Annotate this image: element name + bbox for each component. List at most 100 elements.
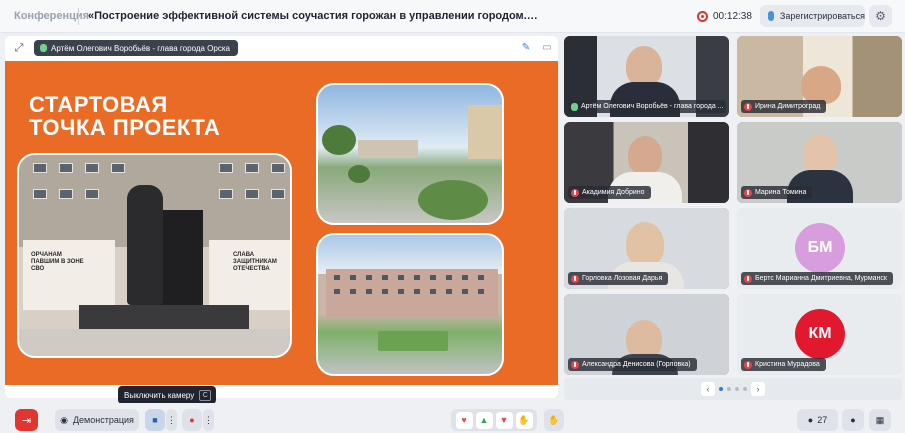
slide-title: СТАРТОВАЯ ТОЧКА ПРОЕКТА — [29, 93, 289, 139]
participant-name: Бертс Марианна Дмитриевна, Мурманск — [755, 275, 887, 282]
participant-avatar: КМ — [795, 309, 845, 359]
speaker-name: Артём Олегович Воробьёв - глава города О… — [51, 43, 230, 53]
participant-tile[interactable]: Артём Олегович Воробьёв - глава города .… — [564, 36, 729, 117]
conference-title: «Построение эффективной системы соучасти… — [88, 10, 538, 22]
stage-footer — [5, 385, 558, 398]
leave-button[interactable]: ⇥ — [15, 409, 38, 431]
participant-name-tag: Александра Денисова (Горловка) — [568, 358, 697, 371]
chat-button[interactable]: ● — [842, 409, 864, 431]
participant-avatar: БМ — [795, 223, 845, 273]
participants-button[interactable]: ● 27 — [797, 409, 838, 431]
participant-name: Ирина Димитроград — [755, 103, 821, 110]
presentation-slide: СТАРТОВАЯ ТОЧКА ПРОЕКТА ОРЧАНАМ ПАВШИМ В… — [5, 61, 558, 385]
annotate-pen-icon[interactable]: ✎ — [519, 41, 533, 55]
monument-inscription-right: СЛАВА ЗАЩИТНИКАМ ОТЕЧЕСТВА — [233, 252, 277, 272]
register-label: Зарегистрироваться — [779, 11, 865, 21]
settings-button[interactable]: ⚙ — [869, 5, 892, 27]
microphone-options-button[interactable]: ⋮ — [203, 409, 214, 431]
mic-off-icon — [571, 360, 579, 369]
thumbs-up-reaction-icon[interactable]: ▲ — [475, 411, 493, 429]
speaker-tag: Артём Олегович Воробьёв - глава города О… — [34, 40, 238, 56]
participant-tile[interactable]: Акадимия Добрино — [564, 122, 729, 203]
mic-muted-icon: ● — [189, 415, 195, 425]
participants-count: 27 — [817, 415, 828, 425]
hand-icon: ✋ — [548, 414, 560, 425]
page-dot[interactable] — [727, 387, 731, 391]
heart-reaction-icon[interactable]: ♥ — [455, 411, 473, 429]
monument-base — [79, 305, 249, 329]
monument-inscription-left: ОРЧАНАМ ПАВШИМ В ЗОНЕ СВО — [31, 252, 84, 272]
next-page-button[interactable]: › — [751, 382, 765, 396]
mic-off-icon — [744, 102, 752, 111]
tooltip-text: Выключить камеру — [124, 390, 195, 400]
slide-title-line2: ТОЧКА ПРОЕКТА — [29, 115, 221, 140]
participant-name: Артём Олегович Воробьёв - глава города .… — [581, 103, 724, 110]
tiles-pager: ‹ › — [564, 378, 902, 400]
participant-name-tag: Кристина Мурадова — [741, 358, 826, 371]
participant-tile[interactable]: КМ Кристина Мурадова — [737, 294, 902, 375]
screen-share-label: Демонстрация — [72, 415, 134, 425]
exit-icon: ⇥ — [21, 414, 32, 427]
soldier-statue — [127, 185, 163, 305]
participant-name-tag: Ирина Димитроград — [741, 100, 827, 113]
mic-off-icon — [571, 188, 579, 197]
chat-icon: ● — [850, 415, 856, 425]
park-photo — [316, 83, 504, 225]
thumbs-down-reaction-icon[interactable]: ▼ — [495, 411, 513, 429]
record-icon — [697, 10, 708, 22]
participant-tile[interactable]: Александра Денисова (Горловка) — [564, 294, 729, 375]
participant-name-tag: Горловка Лозовая Дарья — [568, 272, 669, 285]
stage-toolbar: ⤢ Артём Олегович Воробьёв - глава города… — [5, 36, 558, 60]
microphone-button[interactable]: ● — [182, 409, 202, 431]
prev-page-button[interactable]: ‹ — [701, 382, 715, 396]
recording-indicator: 00:12:38 — [697, 9, 752, 23]
layout-icon: ▦ — [875, 414, 885, 425]
apartment-block — [326, 269, 498, 317]
participant-tile[interactable]: Ирина Димитроград — [737, 36, 902, 117]
monument-wall-right: СЛАВА ЗАЩИТНИКАМ ОТЕЧЕСТВА — [209, 240, 290, 310]
page-dot-active[interactable] — [719, 387, 723, 391]
mic-off-icon — [571, 274, 579, 283]
mic-on-icon — [571, 102, 578, 111]
screen-icon[interactable]: ▭ — [540, 41, 554, 55]
page-dot[interactable] — [743, 387, 747, 391]
camera-options-button[interactable]: ⋮ — [166, 409, 177, 431]
mic-off-icon — [744, 188, 752, 197]
participant-name: Кристина Мурадова — [755, 361, 820, 368]
participant-tile[interactable]: Марина Томина — [737, 122, 902, 203]
layout-button[interactable]: ▦ — [869, 409, 891, 431]
presentation-stage: ⤢ Артём Олегович Воробьёв - глава города… — [5, 36, 558, 398]
page-dot[interactable] — [735, 387, 739, 391]
tooltip-shortcut: C — [199, 389, 212, 401]
register-button[interactable]: Зарегистрироваться — [760, 5, 865, 27]
camera-tooltip: Выключить камеру C — [118, 386, 217, 404]
register-icon — [768, 11, 774, 21]
expand-icon[interactable]: ⤢ — [12, 41, 26, 55]
more-vertical-icon: ⋮ — [204, 414, 213, 425]
participant-tile[interactable]: Горловка Лозовая Дарья — [564, 208, 729, 289]
participant-name: Марина Томина — [755, 189, 807, 196]
mic-on-icon — [40, 44, 47, 52]
monument-stele — [157, 210, 203, 320]
reactions-group: ♥ ▲ ▼ ✋ — [451, 409, 537, 431]
camera-button[interactable]: ■ — [145, 409, 165, 431]
mic-off-icon — [744, 360, 752, 369]
slide-title-line1: СТАРТОВАЯ — [29, 92, 168, 117]
header-divider — [78, 8, 79, 25]
participant-name: Александра Денисова (Горловка) — [582, 361, 691, 368]
monument-wall-left: ОРЧАНАМ ПАВШИМ В ЗОНЕ СВО — [23, 240, 115, 310]
participant-tile[interactable]: БМ Бертс Марианна Дмитриевна, Мурманск — [737, 208, 902, 289]
screen-share-button[interactable]: ◉ Демонстрация — [55, 409, 139, 431]
people-icon: ● — [807, 415, 814, 425]
participant-name: Акадимия Добрино — [582, 189, 645, 196]
clap-reaction-icon[interactable]: ✋ — [515, 411, 533, 429]
screen-share-icon: ◉ — [60, 414, 68, 425]
recording-timer: 00:12:38 — [713, 10, 752, 22]
camera-icon: ■ — [152, 415, 158, 425]
building-photo — [316, 233, 504, 376]
participant-name-tag: Бертс Марианна Дмитриевна, Мурманск — [741, 272, 893, 285]
participant-name-tag: Марина Томина — [741, 186, 813, 199]
participant-grid: Артём Олегович Воробьёв - глава города .… — [564, 36, 902, 376]
raise-hand-button[interactable]: ✋ — [544, 409, 564, 431]
participant-name-tag: Артём Олегович Воробьёв - глава города .… — [568, 100, 726, 113]
